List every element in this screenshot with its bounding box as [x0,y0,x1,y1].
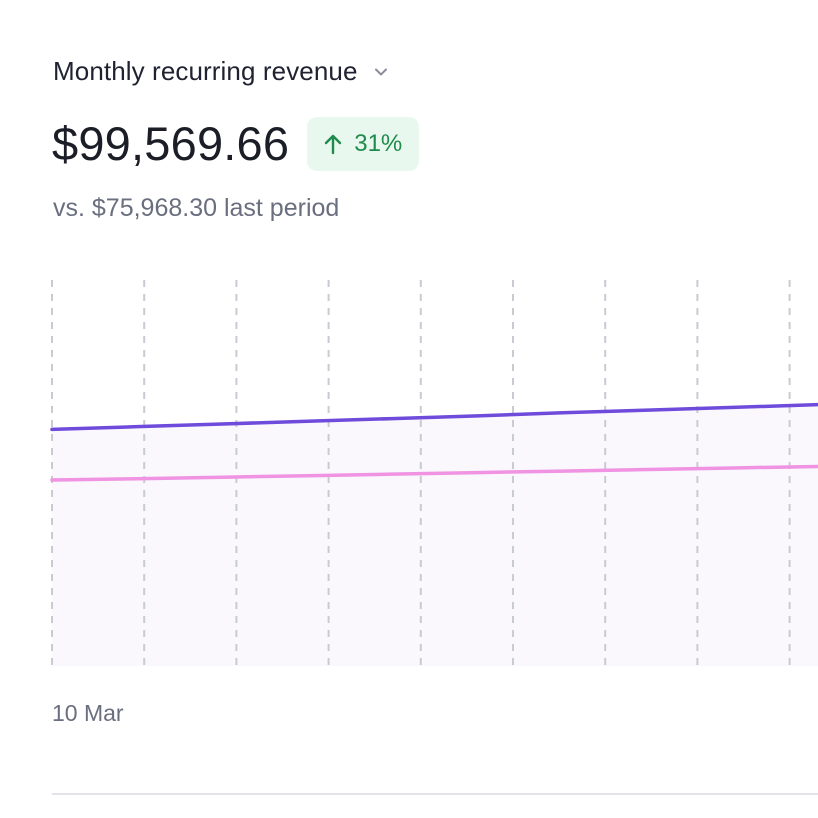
comparison-text: vs. $75,968.30 last period [53,194,340,222]
area-fill-current [52,404,818,666]
metric-value: $99,569.66 [52,117,290,170]
arrow-up-icon [322,132,344,156]
revenue-chart[interactable] [0,270,818,680]
chart-canvas [50,280,818,666]
delta-badge: 31% [307,116,420,171]
bottom-divider [52,793,818,795]
chevron-down-icon [372,63,390,81]
metric-selector[interactable]: Monthly recurring revenue [53,56,390,87]
metric-title: Monthly recurring revenue [53,56,358,86]
delta-percentage: 31% [354,129,403,157]
metric-value-row: $99,569.66 31% [52,116,420,171]
x-axis-tick-label: 10 Mar [52,700,124,726]
